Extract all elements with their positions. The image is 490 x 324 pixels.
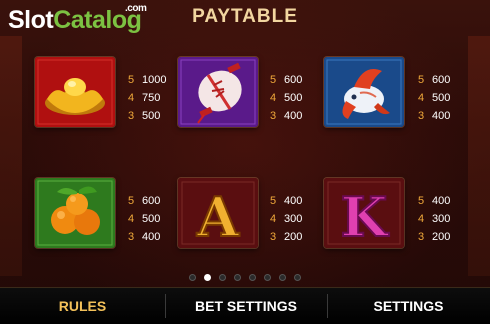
oranges-icon: [35, 178, 115, 248]
pay-row: 4 500: [418, 92, 451, 104]
pay-row: 3 400: [418, 110, 451, 122]
pay-row: 5 600: [128, 195, 161, 207]
koi-fish-pays: 5 600 4 500 3 400: [418, 71, 473, 125]
page-title: PAYTABLE: [192, 6, 298, 27]
pay-row: 5 400: [270, 195, 303, 207]
gold-ingot-icon: [35, 57, 115, 127]
tab-settings[interactable]: SETTINGS: [327, 288, 490, 324]
tab-rules[interactable]: RULES: [0, 288, 165, 324]
page-dot[interactable]: [264, 274, 271, 281]
tab-bet-settings[interactable]: BET SETTINGS: [165, 288, 327, 324]
pay-row: 4 750: [128, 92, 161, 104]
paytable-screen: SlotCatalog .com PAYTABLE 5 1000 4 750 3 50…: [0, 0, 490, 324]
lantern-icon: [178, 57, 258, 127]
pay-row: 4 300: [418, 213, 451, 225]
pay-row: 3 500: [128, 110, 161, 122]
letter-k-icon: K: [324, 178, 404, 248]
oranges-pays: 5 600 4 500 3 400: [128, 192, 183, 246]
letter-a-pays: 5 400 4 300 3 200: [270, 192, 325, 246]
page-indicator[interactable]: [0, 274, 490, 281]
page-dot[interactable]: [294, 274, 301, 281]
bottom-tab-bar: RULES BET SETTINGS SETTINGS: [0, 287, 490, 324]
svg-text:K: K: [341, 185, 390, 248]
letter-a-icon: A: [178, 178, 258, 248]
pay-row: 5 400: [418, 195, 451, 207]
pay-row: 5 1000: [128, 74, 167, 86]
pay-row: 5 600: [418, 74, 451, 86]
pay-row: 3 400: [270, 110, 303, 122]
pay-row: 3 400: [128, 231, 161, 243]
pay-row: 3 200: [270, 231, 303, 243]
left-decoration: [0, 36, 22, 276]
page-dot[interactable]: [219, 274, 226, 281]
page-dot[interactable]: [249, 274, 256, 281]
page-dot[interactable]: [279, 274, 286, 281]
gold-ingot-pays: 5 1000 4 750 3 500: [128, 71, 183, 125]
svg-text:A: A: [196, 185, 240, 248]
pay-row: 3 200: [418, 231, 451, 243]
page-dot[interactable]: [189, 274, 196, 281]
pay-row: 4 300: [270, 213, 303, 225]
pay-row: 4 500: [270, 92, 303, 104]
letter-k-pays: 5 400 4 300 3 200: [418, 192, 473, 246]
koi-fish-icon: [324, 57, 404, 127]
lantern-pays: 5 600 4 500 3 400: [270, 71, 325, 125]
page-dot[interactable]: [204, 274, 211, 281]
pay-row: 4 500: [128, 213, 161, 225]
page-dot[interactable]: [234, 274, 241, 281]
pay-row: 5 600: [270, 74, 303, 86]
